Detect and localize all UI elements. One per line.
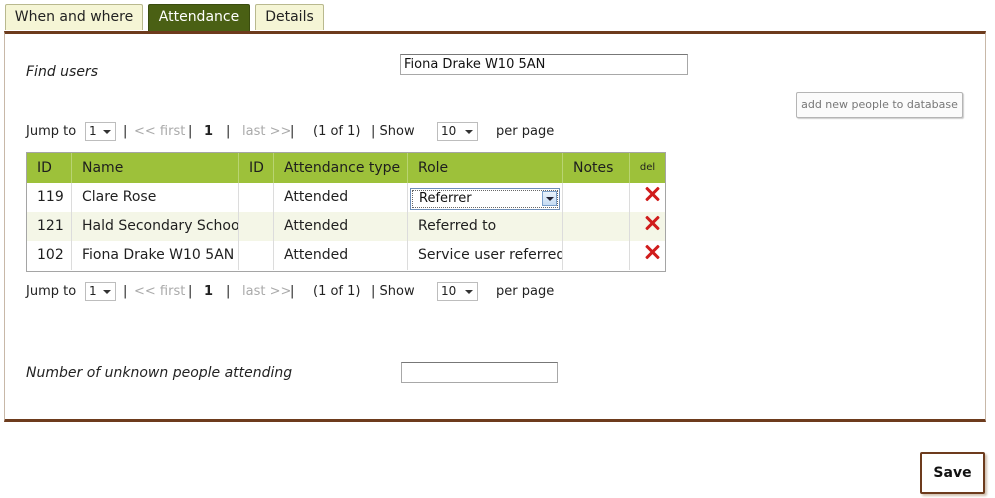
first-page-link[interactable]: << first: [134, 282, 185, 302]
pager-separator: |: [123, 124, 128, 139]
role-select-value: Referrer: [419, 191, 472, 206]
page-count: (1 of 1): [313, 124, 361, 139]
jump-to-label: Jump to: [26, 124, 77, 139]
attendance-table: ID Name ID Attendance type Role Notes de…: [26, 152, 666, 272]
pager-separator: |: [188, 124, 193, 139]
chevron-down-icon: [103, 130, 111, 134]
pager-separator: |: [226, 124, 231, 139]
delete-row-icon[interactable]: [644, 215, 660, 231]
role-select[interactable]: Referrer: [410, 188, 560, 210]
table-row: 119 Clare Rose Attended: [27, 183, 665, 212]
pager-separator: |: [290, 124, 295, 139]
last-page-link[interactable]: last >>: [242, 282, 291, 302]
pager-separator: |: [188, 284, 193, 299]
jump-to-label: Jump to: [26, 284, 77, 299]
find-users-input[interactable]: [400, 54, 688, 75]
cell-name: Clare Rose: [72, 183, 239, 212]
chevron-down-icon[interactable]: [542, 191, 557, 206]
chevron-down-icon: [103, 290, 111, 294]
cell-id2: [239, 241, 274, 270]
per-page-label: per page: [496, 124, 555, 139]
cell-id: 119: [27, 183, 72, 212]
unknown-people-label: Number of unknown people attending: [26, 365, 293, 381]
pager-separator: |: [226, 284, 231, 299]
cell-notes[interactable]: [563, 241, 630, 270]
col-header-notes: Notes: [563, 153, 630, 183]
cell-attendance-type: Attended: [274, 183, 408, 212]
find-users-label: Find users: [26, 64, 98, 80]
per-page-select[interactable]: 10: [437, 282, 478, 301]
cell-attendance-type: Attended: [274, 241, 408, 270]
save-button[interactable]: Save: [920, 452, 985, 494]
current-page: 1: [204, 284, 214, 299]
unknown-people-input[interactable]: [401, 362, 558, 383]
chevron-down-icon: [465, 290, 473, 294]
col-header-name: Name: [72, 153, 239, 183]
cell-id: 121: [27, 212, 72, 241]
chevron-down-icon: [465, 130, 473, 134]
delete-row-icon[interactable]: [644, 244, 660, 260]
add-new-people-button[interactable]: add new people to database: [796, 92, 963, 118]
pager-bottom: Jump to 1 | << first | 1 | last >> | (1 …: [26, 282, 586, 302]
col-header-id2: ID: [239, 153, 274, 183]
col-header-role: Role: [408, 153, 563, 183]
col-header-attendance-type: Attendance type: [274, 153, 408, 183]
cell-id2: [239, 212, 274, 241]
cell-attendance-type: Attended: [274, 212, 408, 241]
page-count: (1 of 1): [313, 284, 361, 299]
tab-attendance[interactable]: Attendance: [148, 4, 250, 32]
last-page-link[interactable]: last >>: [242, 122, 291, 142]
col-header-id: ID: [27, 153, 72, 183]
cell-name: Fiona Drake W10 5AN: [72, 241, 239, 270]
cell-role[interactable]: Service user referred: [408, 241, 563, 270]
col-header-del: del: [630, 153, 665, 183]
show-label: | Show: [371, 284, 415, 299]
tab-details[interactable]: Details: [255, 4, 324, 30]
delete-row-icon[interactable]: [644, 186, 660, 202]
pager-separator: |: [290, 284, 295, 299]
table-row: 121 Hald Secondary School Attended Refer…: [27, 212, 665, 241]
tab-when-and-where[interactable]: When and where: [5, 4, 143, 30]
cell-id2: [239, 183, 274, 212]
pager-separator: |: [123, 284, 128, 299]
jump-to-select[interactable]: 1: [85, 122, 116, 141]
cell-id: 102: [27, 241, 72, 270]
cell-notes[interactable]: [563, 183, 630, 212]
table-row: 102 Fiona Drake W10 5AN Attended Service…: [27, 241, 665, 270]
cell-role[interactable]: Referred to: [408, 212, 563, 241]
jump-to-select[interactable]: 1: [85, 282, 116, 301]
per-page-label: per page: [496, 284, 555, 299]
current-page: 1: [204, 124, 214, 139]
first-page-link[interactable]: << first: [134, 122, 185, 142]
show-label: | Show: [371, 124, 415, 139]
per-page-select[interactable]: 10: [437, 122, 478, 141]
cell-notes[interactable]: [563, 212, 630, 241]
cell-name: Hald Secondary School: [72, 212, 239, 241]
pager-top: Jump to 1 | << first | 1 | last >> | (1 …: [26, 122, 586, 142]
